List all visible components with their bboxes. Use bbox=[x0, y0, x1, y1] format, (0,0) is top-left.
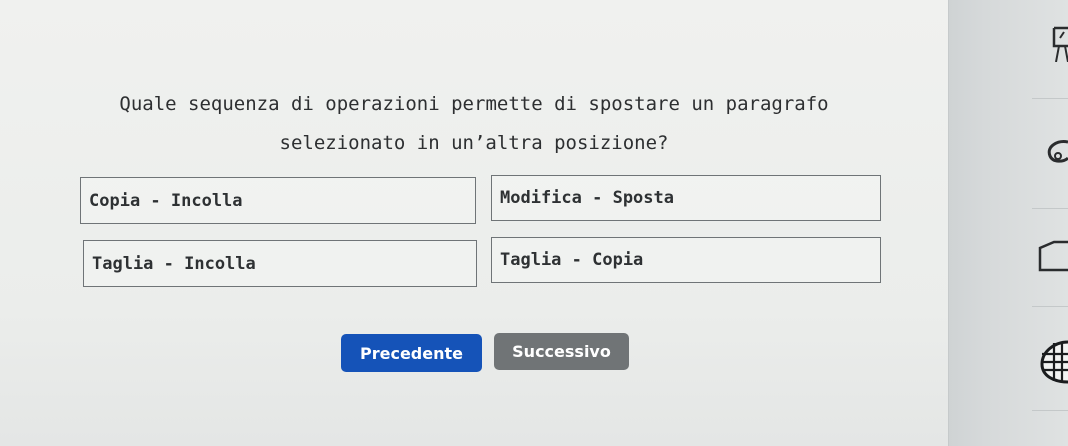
toolbar-divider bbox=[1032, 306, 1068, 307]
table-icon[interactable] bbox=[1034, 338, 1068, 384]
next-button-label: Successivo bbox=[512, 342, 611, 361]
answer-option-1-label: Copia - Incolla bbox=[89, 190, 243, 211]
answer-option-3-label: Taglia - Incolla bbox=[92, 253, 256, 274]
answer-option-4[interactable]: Taglia - Copia bbox=[491, 237, 881, 283]
answer-option-1[interactable]: Copia - Incolla bbox=[80, 177, 476, 224]
answer-option-2-label: Modifica - Sposta bbox=[500, 188, 674, 208]
quiz-panel: Quale sequenza di operazioni permette di… bbox=[0, 0, 948, 446]
next-button[interactable]: Successivo bbox=[494, 333, 629, 370]
answer-option-2[interactable]: Modifica - Sposta bbox=[491, 175, 881, 221]
previous-button-label: Precedente bbox=[360, 343, 463, 363]
toolbar-divider bbox=[1032, 410, 1068, 411]
presentation-icon[interactable] bbox=[1034, 22, 1068, 63]
screen: Quale sequenza di operazioni permette di… bbox=[0, 0, 1068, 446]
shape-icon[interactable] bbox=[1034, 128, 1068, 168]
toolbar-divider bbox=[1032, 98, 1068, 99]
toolbar-divider bbox=[1032, 208, 1068, 209]
previous-button[interactable]: Precedente bbox=[341, 334, 482, 372]
answer-option-4-label: Taglia - Copia bbox=[500, 250, 644, 270]
rectangle-icon[interactable] bbox=[1034, 232, 1068, 272]
question-text-line-2: selezionato in un’altra posizione? bbox=[279, 132, 669, 154]
answer-option-3[interactable]: Taglia - Incolla bbox=[83, 240, 477, 287]
question-text-line-1: Quale sequenza di operazioni permette di… bbox=[119, 93, 829, 115]
